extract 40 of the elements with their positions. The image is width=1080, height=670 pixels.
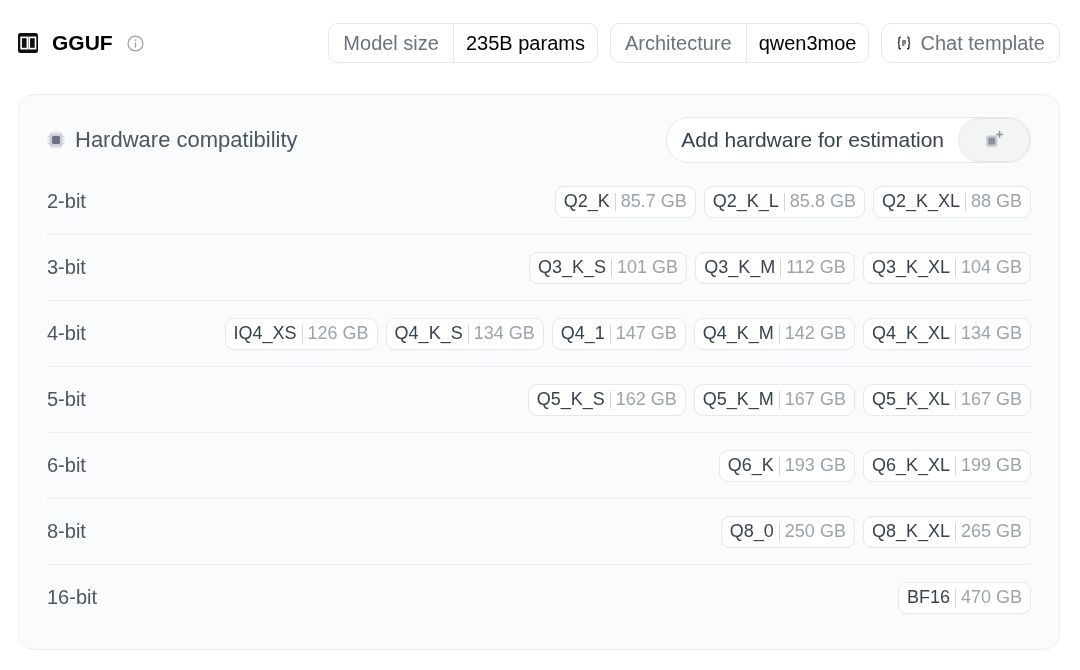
quant-chip[interactable]: Q4_1 147 GB: [551, 317, 686, 350]
quant-chip[interactable]: Q6_K_XL 199 GB: [862, 449, 1031, 482]
quant-chip[interactable]: Q5_K_M 167 GB: [693, 383, 855, 416]
chip-icon: [47, 131, 65, 149]
bit-label: 8-bit: [47, 520, 86, 543]
quant-chip[interactable]: Q2_K 85.7 GB: [554, 185, 696, 218]
quant-chip[interactable]: Q3_K_M 112 GB: [695, 251, 855, 284]
chat-template-button[interactable]: Chat template: [881, 23, 1060, 63]
metadata-label: Architecture: [610, 24, 747, 62]
add-hardware-label[interactable]: Add hardware for estimation: [681, 128, 958, 152]
chip-plus-icon: [984, 130, 1004, 150]
bit-label: 4-bit: [47, 322, 86, 345]
bit-label: 3-bit: [47, 256, 86, 279]
quant-chip[interactable]: Q4_K_S 134 GB: [385, 317, 544, 350]
quant-chip[interactable]: Q5_K_S 162 GB: [527, 383, 686, 416]
add-hardware-control[interactable]: Add hardware for estimation: [666, 117, 1031, 163]
metadata-value: 235B params: [464, 31, 586, 55]
bit-label: 16-bit: [47, 586, 98, 609]
add-chip-button[interactable]: [958, 118, 1030, 162]
quant-chip[interactable]: BF16 470 GB: [897, 581, 1031, 614]
quant-chip[interactable]: IQ4_XS 126 GB: [224, 317, 378, 350]
quant-chip[interactable]: Q8_K_XL 265 GB: [862, 515, 1031, 548]
section-title: Hardware compatibility: [75, 127, 298, 153]
metadata-label: Model size: [329, 24, 454, 62]
metadata-value: qwen3moe: [757, 31, 858, 55]
braces-icon: [896, 35, 913, 51]
quant-chip[interactable]: Q3_K_XL 104 GB: [862, 251, 1031, 284]
bit-label: 2-bit: [47, 190, 86, 213]
quant-chip[interactable]: Q5_K_XL 167 GB: [862, 383, 1031, 416]
bit-label: 5-bit: [47, 388, 86, 411]
format-title: GGUF: [52, 31, 113, 55]
quant-chip[interactable]: Q4_K_M 142 GB: [693, 317, 855, 350]
quant-chip[interactable]: Q6_K 193 GB: [718, 449, 855, 482]
quant-chip[interactable]: Q4_K_XL 134 GB: [862, 317, 1031, 350]
bit-label: 6-bit: [47, 454, 86, 477]
quant-chip[interactable]: Q2_K_L 85.8 GB: [703, 185, 865, 218]
quant-chip[interactable]: Q3_K_S 101 GB: [529, 251, 688, 284]
quant-chip[interactable]: Q8_0 250 GB: [720, 515, 855, 548]
quant-chip[interactable]: Q2_K_XL 88 GB: [872, 185, 1031, 218]
info-icon[interactable]: [126, 34, 144, 52]
